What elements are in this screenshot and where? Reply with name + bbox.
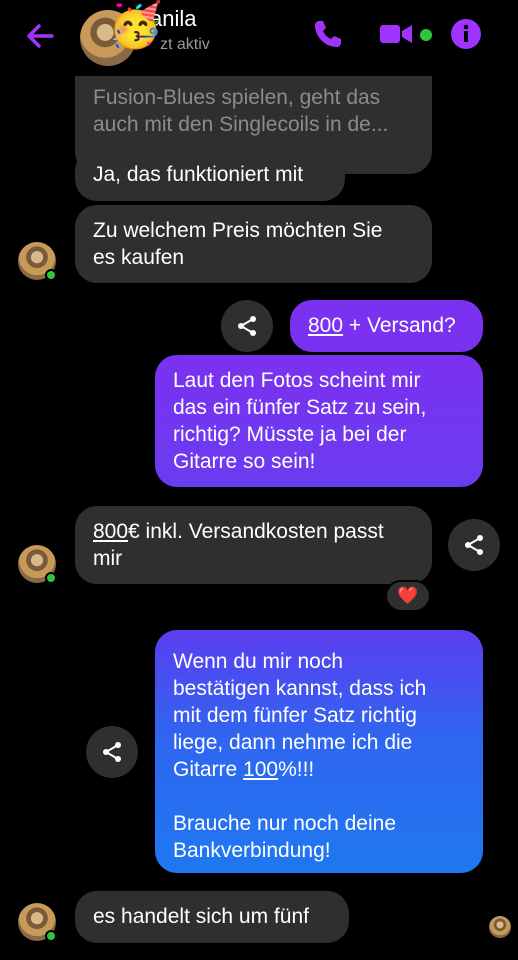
share-icon <box>103 742 121 762</box>
share-icon <box>465 535 483 555</box>
online-indicator <box>45 930 57 942</box>
video-call-icon[interactable] <box>380 17 414 51</box>
message-text: Ja, das funktioniert mit <box>93 163 304 186</box>
message-text-line: Gitarre so sein! <box>173 450 316 473</box>
chat-header: anila zt aktiv 🥳 <box>0 0 518 76</box>
message-text-line: Fusion-Blues spielen, geht das <box>93 86 381 109</box>
message-text: € inkl. Versandkosten passt <box>128 520 384 543</box>
message-text: + Versand? <box>343 314 456 337</box>
read-receipt-avatar <box>489 916 511 938</box>
info-icon[interactable] <box>450 18 482 50</box>
phone-call-icon[interactable] <box>312 18 344 50</box>
message-text-line: das ein fünfer Satz zu sein, <box>173 396 427 419</box>
contact-status: zt aktiv <box>160 36 210 53</box>
share-button[interactable] <box>86 726 138 778</box>
back-arrow-icon[interactable] <box>22 18 58 54</box>
video-active-dot <box>420 29 432 41</box>
underlined-number[interactable]: 100 <box>243 758 278 781</box>
outgoing-message[interactable]: Wenn du mir noch bestätigen kannst, dass… <box>155 630 483 873</box>
underlined-number[interactable]: 800 <box>93 520 128 543</box>
message-text: Gitarre <box>173 758 244 781</box>
online-indicator <box>45 572 57 584</box>
outgoing-message[interactable]: 800 + Versand? <box>290 300 483 352</box>
message-text-line: liege, dann nehme ich die <box>173 731 413 754</box>
message-text: es handelt sich um fünf <box>93 905 309 928</box>
underlined-number[interactable]: 800 <box>308 314 343 337</box>
message-text-line: es kaufen <box>93 246 185 269</box>
heart-icon: ❤️ <box>397 586 419 606</box>
message-text-line: bestätigen kannst, dass ich <box>173 677 427 700</box>
incoming-message[interactable]: Ja, das funktioniert mit <box>75 149 345 201</box>
message-text-line: mit dem fünfer Satz richtig <box>173 704 417 727</box>
message-text-line: mir <box>93 547 123 570</box>
incoming-message[interactable]: 800€ inkl. Versandkosten passt mir <box>75 506 432 584</box>
message-text-line: Laut den Fotos scheint mir <box>173 369 421 392</box>
incoming-message[interactable]: es handelt sich um fünf <box>75 891 349 943</box>
message-text-line: Zu welchem Preis möchten Sie <box>93 219 383 242</box>
outgoing-message[interactable]: Laut den Fotos scheint mir das ein fünfe… <box>155 355 483 487</box>
message-text-line: Brauche nur noch deine <box>173 812 396 835</box>
share-icon <box>238 316 256 336</box>
heart-reaction[interactable]: ❤️ <box>385 580 431 612</box>
message-text: %!!! <box>278 758 315 781</box>
online-indicator <box>45 269 57 281</box>
share-button[interactable] <box>448 519 500 571</box>
incoming-message[interactable]: Zu welchem Preis möchten Sie es kaufen <box>75 205 432 283</box>
message-text-line: richtig? Müsste ja bei der <box>173 423 407 446</box>
message-text-line: auch mit den Singlecoils in de... <box>93 113 389 136</box>
message-text-line: Wenn du mir noch <box>173 650 344 673</box>
share-button[interactable] <box>221 300 273 352</box>
party-emoji-icon: 🥳 <box>108 0 163 51</box>
message-text-line: Bankverbindung! <box>173 839 331 862</box>
